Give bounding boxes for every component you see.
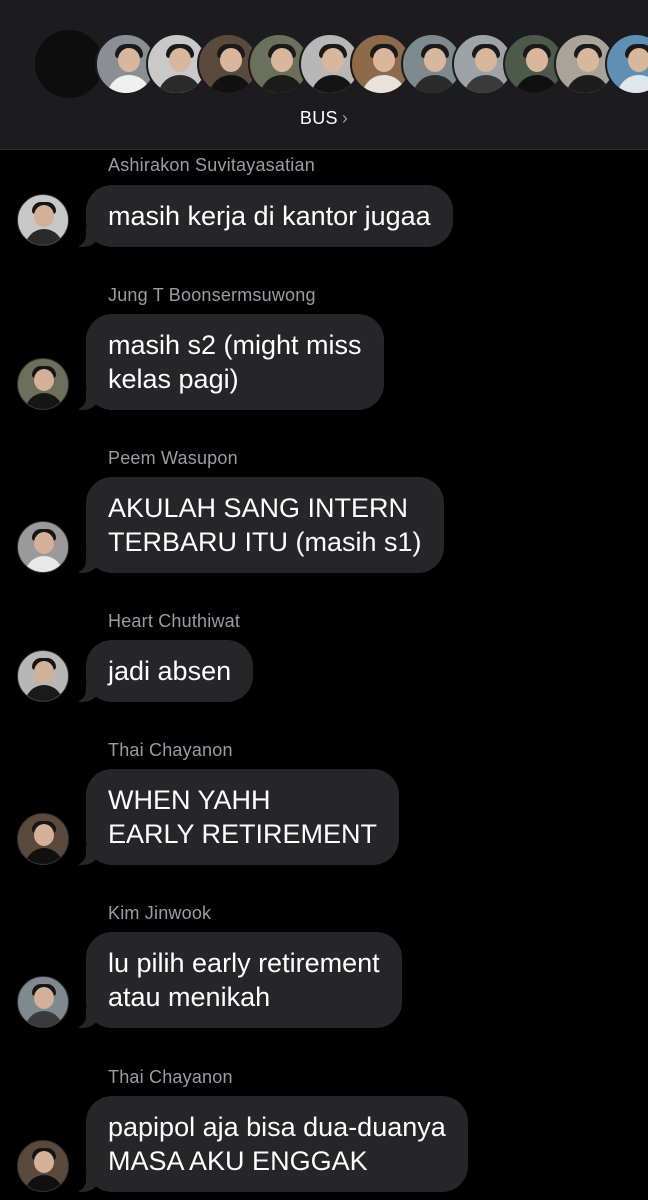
sender-avatar[interactable] xyxy=(17,194,69,246)
sender-avatar[interactable] xyxy=(17,358,69,410)
message-bubble[interactable]: jadi absen xyxy=(73,640,254,702)
sender-avatar[interactable] xyxy=(17,1140,69,1192)
chevron-right-icon: › xyxy=(341,108,349,128)
group-avatar-strip[interactable] xyxy=(33,28,648,100)
message-bubble[interactable]: masih s2 (might miss kelas pagi) xyxy=(74,314,384,410)
message-bubble[interactable]: masih kerja di kantor jugaa xyxy=(74,185,453,247)
message-bubble[interactable]: lu pilih early retirement atau menikah xyxy=(74,932,402,1028)
sender-name: Thai Chayanon xyxy=(108,1067,233,1087)
chat-header: BUS › xyxy=(0,0,648,150)
message-bubble[interactable]: papipol aja bisa dua-duanya MASA AKU ENG… xyxy=(74,1096,468,1192)
sender-name: Heart Chuthiwat xyxy=(108,611,241,631)
sender-name: Jung T Boonsermsuwong xyxy=(108,285,316,305)
sender-avatar[interactable] xyxy=(17,976,69,1028)
sender-name: Peem Wasupon xyxy=(108,448,238,468)
sender-avatar[interactable] xyxy=(17,521,69,573)
sender-avatar[interactable] xyxy=(17,813,69,865)
message-bubble[interactable]: AKULAH SANG INTERN TERBARU ITU (masih s1… xyxy=(74,477,444,573)
message-bubble[interactable]: WHEN YAHH EARLY RETIREMENT xyxy=(73,769,400,865)
member-avatar[interactable] xyxy=(605,33,648,95)
group-name-label: BUS xyxy=(299,108,338,128)
sender-name: Kim Jinwook xyxy=(108,903,212,923)
sender-name: Ashirakon Suvitayasatian xyxy=(108,155,315,175)
group-name-button[interactable]: BUS › xyxy=(0,108,648,129)
sender-name: Thai Chayanon xyxy=(108,740,233,760)
sender-avatar[interactable] xyxy=(17,650,69,702)
